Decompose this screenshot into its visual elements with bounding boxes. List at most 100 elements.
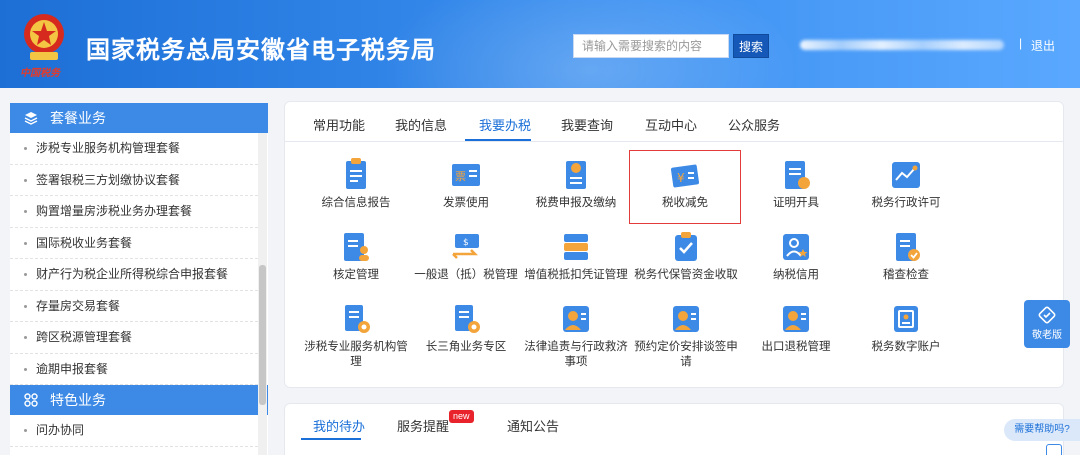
credit-icon <box>783 234 809 260</box>
sidebar-item[interactable]: 财产行为税企业所得税综合申报套餐 <box>10 259 258 291</box>
tile-custody-fund[interactable]: 税务代保管资金收取 <box>631 230 741 283</box>
sidebar-item[interactable]: 存量房交易套餐 <box>10 291 258 322</box>
elder-mode-icon <box>1038 306 1056 324</box>
tile-label: 证明开具 <box>773 197 819 209</box>
site-title: 国家税务总局安徽省电子税务局 <box>86 37 436 64</box>
sidebar-section-label: 套餐业务 <box>50 110 106 126</box>
agency-icon <box>345 305 370 333</box>
tile-tax-filing[interactable]: 税费申报及缴纳 <box>521 158 631 211</box>
new-badge: new <box>449 410 474 423</box>
tile-tax-reduction[interactable]: ¥ 税收减免 <box>629 150 741 224</box>
tile-inspection[interactable]: 稽查检查 <box>851 230 961 283</box>
active-tab-indicator <box>301 438 361 440</box>
tab-common-functions[interactable]: 常用功能 <box>313 115 365 134</box>
report-icon <box>346 158 366 189</box>
active-tab-indicator <box>465 139 531 141</box>
tile-label: 税费申报及缴纳 <box>535 197 617 209</box>
tile-label: 税务数字账户 <box>871 341 941 353</box>
tile-digital-account[interactable]: 税务数字账户 <box>851 302 961 355</box>
logout-link[interactable]: 退出 <box>1031 37 1055 54</box>
tile-label: 核定管理 <box>333 269 379 281</box>
services-card: 常用功能 我的信息 我要办税 我要查询 互动中心 公众服务 综合信息报告 票 发… <box>284 101 1064 388</box>
tile-label: 出口退税管理 <box>761 341 831 353</box>
invoice-icon: 票 <box>452 164 480 186</box>
tile-yangtze-delta[interactable]: 长三角业务专区 <box>411 302 521 355</box>
sidebar-scroll-thumb[interactable] <box>259 265 266 405</box>
tile-label: 长三角业务专区 <box>425 341 507 353</box>
elder-mode-button[interactable]: 敬老版 <box>1024 300 1070 348</box>
tile-label: 纳税信用 <box>773 269 819 281</box>
tax-filing-icon <box>566 161 586 189</box>
tile-label: 增值税抵扣凭证管理 <box>524 269 628 281</box>
tile-pricing[interactable]: 预约定价安排谈签申请 <box>631 302 741 370</box>
tab-notice[interactable]: 通知公告 <box>507 416 559 435</box>
tab-my-todo[interactable]: 我的待办 <box>313 416 365 435</box>
tab-query[interactable]: 我要查询 <box>561 115 613 134</box>
sidebar-item[interactable]: 问办协同 <box>10 415 258 447</box>
sidebar-item[interactable]: 涉税专业服务机构管理套餐 <box>10 133 258 165</box>
export-refund-icon <box>783 306 809 332</box>
tile-label: 发票使用 <box>443 197 489 209</box>
custody-fund-icon <box>675 232 697 261</box>
yangtze-delta-icon <box>455 305 480 333</box>
tax-emblem-icon <box>24 14 64 60</box>
sidebar-item[interactable]: 购置增量房涉税业务办理套餐 <box>10 196 258 228</box>
tile-vat-voucher[interactable]: 增值税抵扣凭证管理 <box>521 230 631 283</box>
inspection-icon <box>896 233 920 261</box>
sidebar: 套餐业务 涉税专业服务机构管理套餐 签署银税三方划缴协议套餐 购置增量房涉税业务… <box>10 103 268 455</box>
tile-certificate[interactable]: 证明开具 <box>741 158 851 211</box>
user-info-blurred <box>800 40 1004 50</box>
tile-label: 税务行政许可 <box>871 197 941 209</box>
svg-text:$: $ <box>463 238 469 248</box>
tile-export-refund[interactable]: 出口退税管理 <box>741 302 851 355</box>
tile-report[interactable]: 综合信息报告 <box>301 158 411 211</box>
tile-label: 涉税专业服务机构管理 <box>304 341 408 368</box>
pricing-icon <box>673 306 699 332</box>
search-button[interactable]: 搜索 <box>733 34 769 58</box>
tab-my-info[interactable]: 我的信息 <box>395 115 447 134</box>
refund-icon: $ <box>452 234 479 259</box>
digital-account-icon <box>894 306 918 332</box>
tile-invoice[interactable]: 票 发票使用 <box>411 158 521 211</box>
grid-icon <box>24 393 38 407</box>
tab-tax-handling[interactable]: 我要办税 <box>479 115 531 134</box>
tile-label: 稽查检查 <box>883 269 929 281</box>
tab-service-reminder[interactable]: 服务提醒 <box>397 416 449 435</box>
assessment-icon <box>344 233 369 261</box>
layers-icon <box>24 112 38 125</box>
tile-agency[interactable]: 涉税专业服务机构管理 <box>301 302 411 370</box>
sidebar-section-label: 特色业务 <box>50 392 106 408</box>
header-separator: | <box>1019 36 1023 50</box>
search-input[interactable]: 请输入需要搜索的内容 <box>573 34 729 58</box>
license-icon <box>892 162 920 188</box>
certificate-icon <box>785 161 810 189</box>
svg-text:¥: ¥ <box>677 171 685 185</box>
tab-public-service[interactable]: 公众服务 <box>728 115 780 134</box>
sidebar-item[interactable]: 跨区税源管理套餐 <box>10 322 258 354</box>
sidebar-section-featured[interactable]: 特色业务 <box>10 385 268 415</box>
sidebar-item[interactable]: 逾期申报套餐 <box>10 354 258 385</box>
tile-label: 法律追责与行政救济事项 <box>524 341 628 368</box>
tile-label: 综合信息报告 <box>321 197 391 209</box>
services-tabs: 常用功能 我的信息 我要办税 我要查询 互动中心 公众服务 <box>285 102 1063 142</box>
elder-mode-label: 敬老版 <box>1032 330 1062 341</box>
tile-license[interactable]: 税务行政许可 <box>851 158 961 211</box>
header-bar: 中国税务 国家税务总局安徽省电子税务局 请输入需要搜索的内容 搜索 | 退出 <box>0 0 1080 88</box>
help-tab-icon[interactable] <box>1046 444 1062 455</box>
sidebar-item[interactable]: 签署银税三方划缴协议套餐 <box>10 165 258 196</box>
tile-legal[interactable]: 法律追责与行政救济事项 <box>521 302 631 370</box>
svg-text:票: 票 <box>455 170 466 183</box>
tile-assessment[interactable]: 核定管理 <box>301 230 411 283</box>
help-button[interactable]: 需要帮助吗? <box>1004 419 1080 441</box>
emblem-text: 中国税务 <box>20 68 60 79</box>
tile-label: 税务代保管资金收取 <box>634 269 738 281</box>
legal-icon <box>563 306 589 332</box>
sidebar-section-package[interactable]: 套餐业务 <box>10 103 268 133</box>
tile-label: 一般退（抵）税管理 <box>414 269 518 281</box>
tab-interaction[interactable]: 互动中心 <box>645 115 697 134</box>
todo-card: 我的待办 服务提醒 new 通知公告 <box>284 403 1064 455</box>
tile-label: 税收减免 <box>662 197 708 209</box>
tile-credit[interactable]: 纳税信用 <box>741 230 851 283</box>
sidebar-item[interactable]: 国际税收业务套餐 <box>10 228 258 259</box>
tile-refund[interactable]: $ 一般退（抵）税管理 <box>411 230 521 283</box>
